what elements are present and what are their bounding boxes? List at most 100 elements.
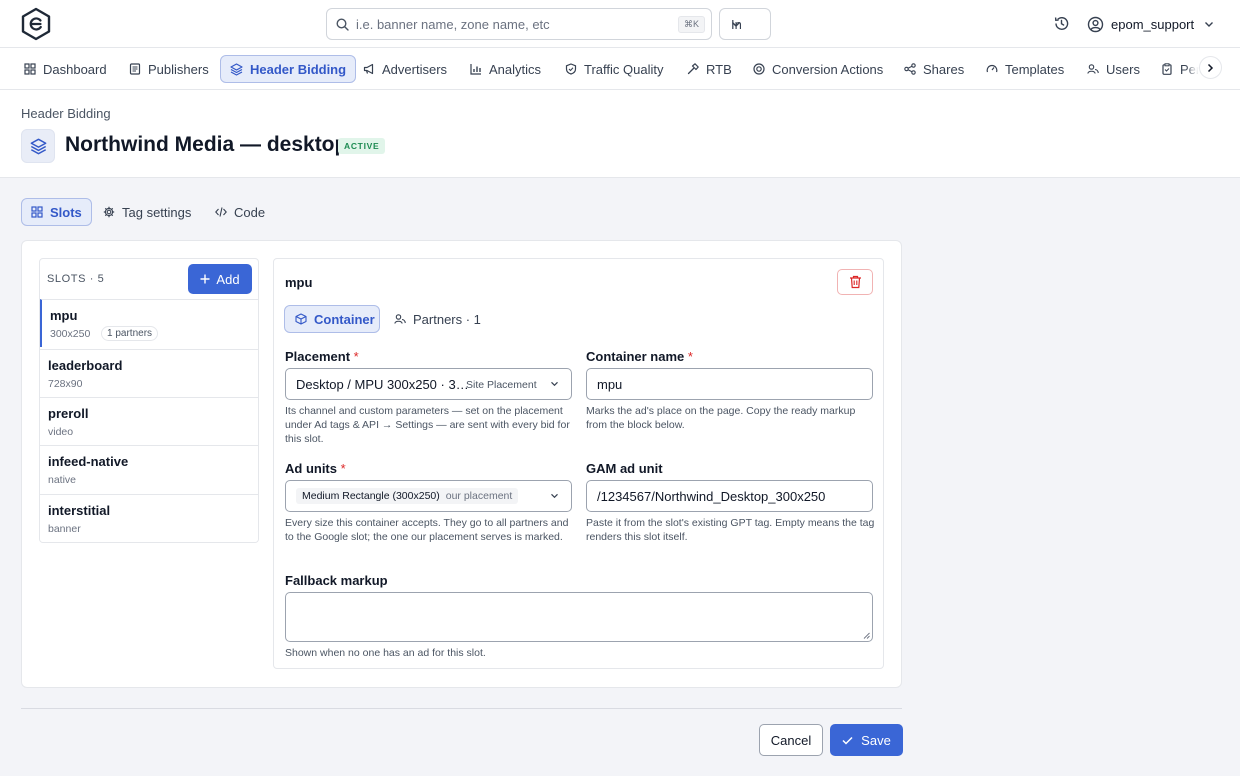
ad-units-label: Ad units * [285, 461, 346, 476]
top-bar: i.e. banner name, zone name, etc ⌘K In e… [0, 0, 1240, 48]
tab-label: Partners · 1 [413, 311, 481, 327]
tab-code[interactable]: Code [215, 198, 265, 226]
nav-item-advertisers[interactable]: Advertisers [363, 55, 447, 83]
page-title: Northwind Media — desktop [65, 133, 348, 156]
status-badge: ACTIVE [338, 138, 386, 154]
container-name-label: Container name * [586, 349, 693, 364]
tab-tag-settings[interactable]: Tag settings [103, 198, 191, 226]
megaphone-icon [363, 63, 375, 75]
shield-icon [565, 63, 577, 75]
slots-panel: SLOTS · 5 Add mpu 300x250 1 partners lea… [39, 258, 259, 543]
plus-icon [200, 274, 210, 284]
global-search[interactable]: i.e. banner name, zone name, etc ⌘K [326, 8, 712, 40]
fallback-markup-textarea[interactable] [285, 592, 873, 642]
chevron-right-icon [1207, 63, 1214, 73]
nav-item-dashboard[interactable]: Dashboard [24, 55, 107, 83]
slot-item[interactable]: preroll video [40, 397, 258, 445]
chevron-down-icon [1204, 21, 1214, 28]
slot-meta: 300x250 [50, 328, 91, 340]
nav-item-label: Dashboard [43, 61, 107, 77]
slot-item[interactable]: infeed-native native [40, 445, 258, 493]
search-shortcut: ⌘K [677, 16, 705, 33]
tab-slots[interactable]: Slots [21, 198, 92, 226]
add-slot-label: Add [216, 271, 240, 287]
gear-icon [103, 206, 115, 218]
slot-editor: mpu Container Partners · 1 Placement * D… [273, 258, 884, 669]
nav-item-label: Users [1106, 61, 1140, 77]
gam-ad-unit-input[interactable]: /1234567/Northwind_Desktop_300x250 [586, 480, 873, 512]
bar-chart-icon [470, 63, 482, 75]
search-placeholder: i.e. banner name, zone name, etc [356, 17, 550, 32]
slot-item[interactable]: interstitial banner [40, 494, 258, 542]
nav-item-label: Conversion Actions [772, 61, 884, 77]
placement-value: Desktop / MPU 300x250 · 3… [296, 377, 469, 392]
box-icon [295, 313, 307, 325]
delete-slot-button[interactable] [837, 269, 873, 295]
gauge-icon [986, 63, 998, 75]
nav-item-conversion-actions[interactable]: Conversion Actions [753, 55, 883, 83]
main-nav: Dashboard Publishers Header Bidding Adve… [0, 48, 1240, 90]
layers-icon [21, 129, 55, 163]
add-slot-button[interactable]: Add [188, 264, 252, 294]
footer-divider [21, 708, 902, 709]
nav-item-rtb[interactable]: RTB [687, 55, 732, 83]
chevron-down-icon [550, 381, 559, 387]
hammer-icon [687, 63, 699, 75]
nav-item-templates[interactable]: Templates [986, 55, 1064, 83]
username: epom_support [1111, 16, 1195, 32]
slots-heading: SLOTS · 5 [47, 273, 105, 285]
nav-item-users[interactable]: Users [1087, 55, 1140, 83]
nav-item-analytics[interactable]: Analytics [470, 55, 541, 83]
nav-item-label: Templates [1005, 61, 1065, 77]
nav-item-traffic-quality[interactable]: Traffic Quality [565, 55, 663, 83]
code-icon [215, 206, 227, 218]
nav-item-label: Publishers [148, 61, 209, 77]
slot-item[interactable]: leaderboard 728x90 [40, 349, 258, 397]
partners-count-pill: 1 partners [101, 326, 159, 341]
nav-scroll-right-button[interactable] [1199, 56, 1222, 79]
slot-meta: video [48, 426, 74, 438]
slot-item[interactable]: mpu 300x250 1 partners [40, 299, 258, 347]
nav-item-label: Header Bidding [250, 61, 347, 77]
ad-units-select[interactable]: Medium Rectangle (300x250) our placement [285, 480, 572, 512]
tab-container[interactable]: Container [284, 305, 380, 333]
gam-ad-unit-value: /1234567/Northwind_Desktop_300x250 [597, 489, 826, 504]
chevron-down-icon [550, 493, 559, 499]
resize-handle-icon[interactable] [863, 632, 870, 639]
search-scope-select[interactable]: In [719, 8, 771, 40]
nav-item-publishers[interactable]: Publishers [129, 55, 209, 83]
target-icon [753, 63, 765, 75]
gam-ad-unit-help: Paste it from the slot's existing GPT ta… [586, 517, 875, 543]
layers-icon [230, 62, 243, 76]
container-name-input[interactable]: mpu [586, 368, 873, 400]
nav-item-shares[interactable]: Shares [904, 55, 964, 83]
user-menu[interactable]: epom_support [1087, 14, 1214, 34]
save-button[interactable]: Save [830, 724, 903, 756]
container-name-help: Marks the ad's place on the page. Copy t… [586, 405, 856, 431]
tab-partners[interactable]: Partners · 1 [394, 305, 481, 333]
page-header: Header Bidding Northwind Media — desktop… [0, 90, 1240, 178]
breadcrumb[interactable]: Header Bidding [21, 106, 111, 121]
nav-item-pending[interactable]: Pen [1161, 55, 1203, 83]
book-icon [129, 63, 141, 75]
placement-select[interactable]: Desktop / MPU 300x250 · 3… Site Placemen… [285, 368, 572, 400]
nav-item-header-bidding[interactable]: Header Bidding [220, 55, 357, 83]
save-label: Save [861, 732, 891, 748]
history-icon[interactable] [1053, 15, 1070, 32]
tab-label: Tag settings [122, 204, 192, 220]
ad-unit-chip[interactable]: Medium Rectangle (300x250) our placement [296, 488, 519, 504]
users-icon [1087, 63, 1099, 75]
app-logo[interactable] [19, 7, 53, 41]
users-icon [394, 313, 406, 325]
placement-type-tag: Site Placement [466, 379, 537, 391]
nav-item-label: Advertisers [382, 61, 448, 77]
fallback-markup-label: Fallback markup [285, 573, 388, 588]
share-icon [904, 63, 916, 75]
ad-units-help: Every size this container accepts. They … [285, 517, 569, 543]
cancel-button[interactable]: Cancel [759, 724, 823, 756]
nav-item-label: Analytics [489, 61, 542, 77]
slot-name: interstitial [48, 503, 111, 518]
grid-icon [31, 206, 43, 218]
container-name-value: mpu [597, 377, 623, 392]
slot-meta: banner [48, 523, 81, 535]
